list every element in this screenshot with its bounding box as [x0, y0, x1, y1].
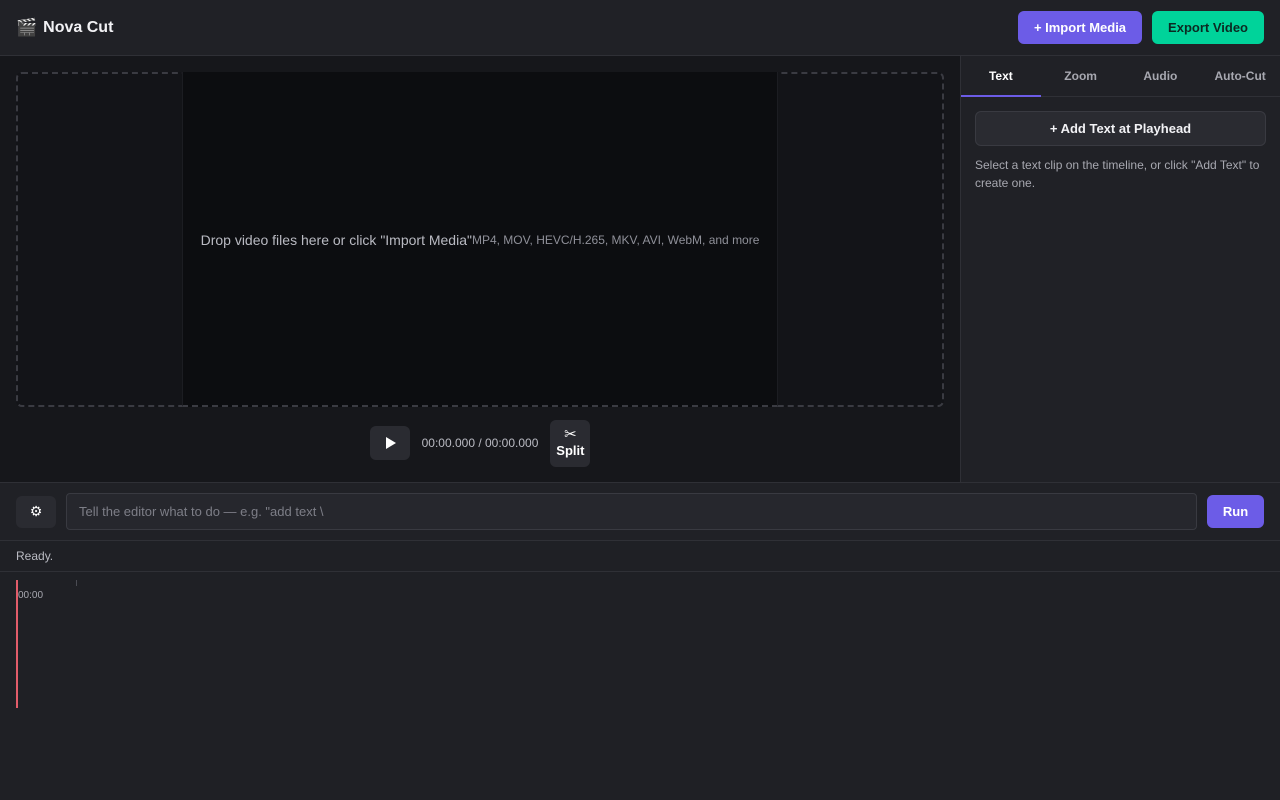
status-text: Ready. — [16, 549, 54, 563]
clapperboard-icon: 🎬 — [16, 17, 38, 37]
supported-formats: MP4, MOV, HEVC/H.265, MKV, AVI, WebM, an… — [471, 232, 760, 247]
text-panel-body: + Add Text at Playhead Select a text cli… — [961, 97, 1280, 206]
tab-audio[interactable]: Audio — [1121, 56, 1201, 96]
timeline[interactable]: 00:00 — [0, 572, 1280, 800]
properties-panel: Text Zoom Audio Auto-Cut + Add Text at P… — [960, 56, 1280, 482]
add-text-at-playhead-button[interactable]: + Add Text at Playhead — [975, 111, 1266, 146]
playhead[interactable] — [16, 580, 18, 708]
status-bar: Ready. — [0, 541, 1280, 572]
header-actions: + Import Media Export Video — [1017, 11, 1264, 44]
panel-tabs: Text Zoom Audio Auto-Cut — [961, 56, 1280, 97]
scissors-icon: ✂ — [564, 426, 577, 443]
settings-button[interactable]: ⚙ — [16, 495, 56, 528]
tab-zoom[interactable]: Zoom — [1041, 56, 1121, 96]
drop-zone-text: Drop video files here or click "Import M… — [16, 72, 944, 407]
run-button[interactable]: Run — [1207, 495, 1264, 528]
ruler-tick — [76, 580, 77, 586]
gear-icon: ⚙ — [29, 503, 43, 519]
transport-controls: 00:00.000 / 00:00.000 ✂ Split — [0, 419, 960, 467]
split-label: Split — [556, 443, 585, 458]
ruler-label: 00:00 — [18, 590, 44, 601]
command-bar: ⚙ Run — [0, 482, 1280, 541]
text-panel-hint: Select a text clip on the timeline, or c… — [975, 158, 1260, 190]
drop-instructions: Drop video files here or click "Import M… — [200, 231, 472, 248]
play-button[interactable] — [369, 426, 410, 460]
preview-pane: Drop video files here or click "Import M… — [0, 56, 960, 482]
export-video-button[interactable]: Export Video — [1152, 11, 1264, 44]
play-icon — [385, 437, 396, 449]
app-title: 🎬 Nova Cut — [16, 18, 113, 38]
split-button[interactable]: ✂ Split — [550, 419, 591, 467]
app-header: 🎬 Nova Cut + Import Media Export Video — [0, 0, 1280, 56]
command-input[interactable] — [66, 493, 1197, 530]
tab-text[interactable]: Text — [961, 56, 1041, 97]
tab-auto-cut[interactable]: Auto-Cut — [1200, 56, 1280, 96]
timecode: 00:00.000 / 00:00.000 — [421, 436, 539, 450]
app-title-text: Nova Cut — [43, 18, 114, 36]
import-media-button[interactable]: + Import Media — [1017, 11, 1143, 44]
